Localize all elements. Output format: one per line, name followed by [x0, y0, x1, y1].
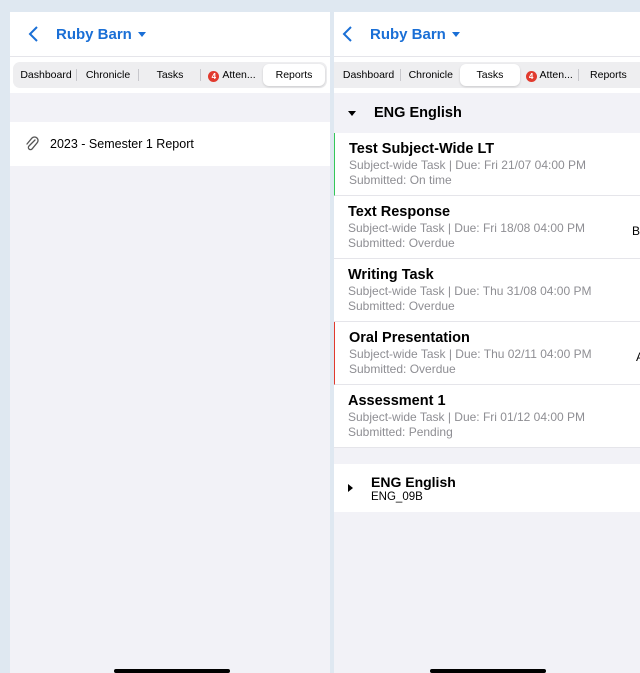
subject-group-header-collapsed[interactable]: ENG English ENG_09B	[334, 464, 640, 512]
task-name: Text Response	[348, 204, 451, 220]
right-screen: Ruby Barn Dashboard Chronicle Tasks 4 Att…	[334, 12, 640, 673]
tab-label: Atten...	[539, 69, 573, 81]
task-row[interactable]: Assessment 1 Subject-wide Task | Due: Fr…	[334, 385, 640, 448]
tab-attendance[interactable]: 4 Atten...	[201, 64, 263, 86]
subject-title: ENG English	[371, 473, 456, 490]
task-due: Subject-wide Task | Due: Fri 01/12 04:00…	[348, 410, 586, 424]
tab-reports[interactable]: Reports	[579, 64, 638, 86]
tab-label: Chronicle	[408, 69, 453, 81]
task-grade: A	[635, 350, 640, 364]
nav-bar: Ruby Barn	[10, 12, 330, 56]
subject-texts: ENG English ENG_09B	[371, 474, 456, 503]
task-status: Submitted: On time	[349, 173, 452, 187]
tab-reports[interactable]: Reports	[263, 64, 325, 86]
task-due: Subject-wide Task | Due: Fri 18/08 04:00…	[348, 221, 586, 235]
task-status: Submitted: Overdue	[348, 299, 455, 313]
dropdown-caret-icon[interactable]	[137, 31, 146, 37]
student-name-title[interactable]: Ruby Barn	[370, 26, 446, 43]
paperclip-icon	[26, 136, 39, 151]
expand-triangle-icon	[348, 110, 356, 116]
tab-label: Atten...	[222, 69, 256, 81]
tab-label: Dashboard	[20, 69, 72, 81]
tab-label: Reports	[275, 69, 313, 81]
task-status: Submitted: Overdue	[349, 362, 456, 376]
task-due: Subject-wide Task | Due: Fri 21/07 04:00…	[349, 158, 587, 172]
task-name: Assessment 1	[348, 393, 446, 409]
back-chevron-icon[interactable]	[24, 24, 44, 44]
back-chevron-icon[interactable]	[338, 24, 358, 44]
tab-label: Tasks	[156, 69, 184, 81]
task-status: Submitted: Pending	[348, 425, 453, 439]
report-row[interactable]: 2023 - Semester 1 Report	[10, 122, 330, 166]
home-indicator	[430, 669, 546, 673]
alert-badge: 4	[525, 71, 537, 82]
tab-dashboard[interactable]: Dashboard	[336, 64, 402, 86]
task-name: Writing Task	[348, 267, 434, 283]
task-row[interactable]: Text Response Subject-wide Task | Due: F…	[334, 196, 640, 259]
tab-label: Reports	[590, 69, 627, 81]
home-indicator	[114, 669, 230, 673]
subject-title: ENG English	[374, 105, 462, 121]
segmented-control: Dashboard Chronicle Tasks 4 Atten... Repo…	[13, 62, 327, 88]
tab-label: Tasks	[476, 69, 504, 81]
task-name: Oral Presentation	[349, 330, 470, 346]
task-status: Submitted: Overdue	[348, 236, 455, 250]
task-grade: B-	[632, 224, 640, 238]
student-name-title[interactable]: Ruby Barn	[56, 26, 132, 43]
tab-label: Chronicle	[85, 69, 131, 81]
task-due: Subject-wide Task | Due: Thu 31/08 04:00…	[348, 284, 592, 298]
tab-dashboard[interactable]: Dashboard	[15, 64, 77, 86]
task-row[interactable]: Oral Presentation Subject-wide Task | Du…	[334, 322, 640, 385]
task-name: Test Subject-Wide LT	[349, 141, 495, 157]
task-row[interactable]: Writing Task Subject-wide Task | Due: Th…	[334, 259, 640, 322]
tab-bar: Dashboard Chronicle Tasks 4 Atten... Repo…	[10, 56, 330, 93]
tab-chronicle[interactable]: Chronicle	[401, 64, 460, 86]
tab-chronicle[interactable]: Chronicle	[77, 64, 139, 86]
tab-bar: Dashboard Chronicle Tasks 4 Atten... Repo…	[334, 56, 640, 93]
task-due: Subject-wide Task | Due: Thu 02/11 04:00…	[349, 347, 592, 361]
task-row[interactable]: Test Subject-Wide LT Subject-wide Task |…	[334, 133, 640, 196]
tab-tasks[interactable]: Tasks	[460, 64, 520, 86]
nav-bar: Ruby Barn	[334, 12, 640, 56]
collapse-triangle-icon	[348, 484, 353, 492]
alert-badge: 4	[208, 71, 220, 82]
tab-attendance[interactable]: 4 Atten...	[520, 64, 579, 86]
segmented-control: Dashboard Chronicle Tasks 4 Atten... Repo…	[334, 62, 640, 88]
subject-group-header[interactable]: ENG English	[334, 93, 640, 133]
tab-tasks[interactable]: Tasks	[139, 64, 201, 86]
tab-label: Dashboard	[342, 69, 395, 81]
left-screen: Ruby Barn Dashboard Chronicle Tasks 4 Att…	[10, 12, 330, 673]
dropdown-caret-icon[interactable]	[451, 31, 460, 37]
report-title: 2023 - Semester 1 Report	[50, 137, 194, 151]
class-code: ENG_09B	[371, 490, 423, 503]
